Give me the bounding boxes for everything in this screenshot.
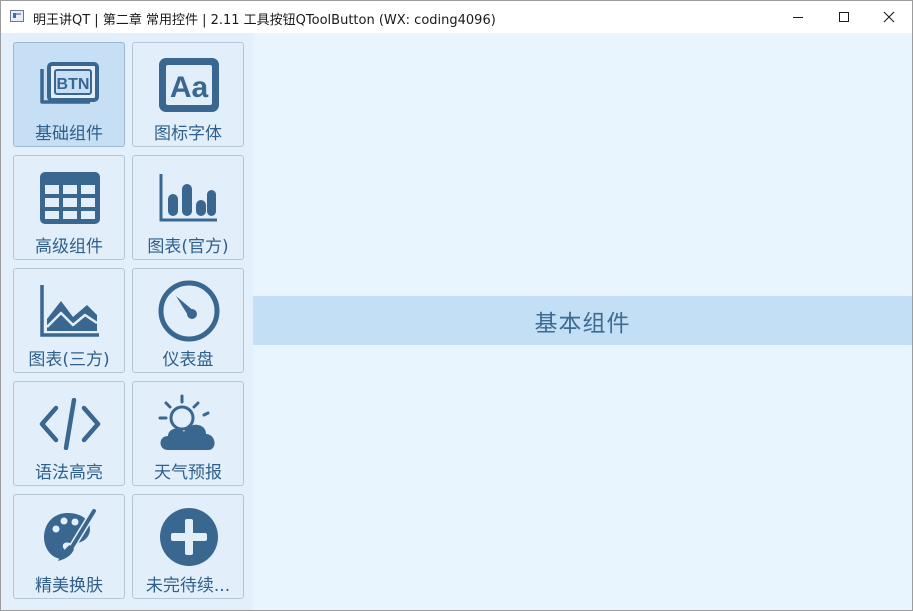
close-icon xyxy=(883,11,895,23)
content-page-label: 基本组件 xyxy=(534,310,631,337)
tool-button-label: 图标字体 xyxy=(154,124,222,144)
tool-button-syntax-highlight[interactable]: 语法高亮 xyxy=(13,381,125,486)
tool-button-label: 仪表盘 xyxy=(162,350,214,370)
close-button[interactable] xyxy=(866,1,912,33)
tool-button-basic-components[interactable]: BTN 基础组件 xyxy=(13,42,125,147)
tool-button-label: 精美换肤 xyxy=(35,576,103,596)
svg-text:BTN: BTN xyxy=(57,76,90,93)
tool-button-label: 语法高亮 xyxy=(35,463,103,483)
font-aa-icon: Aa xyxy=(153,49,225,121)
tool-button-dashboard[interactable]: 仪表盘 xyxy=(132,268,244,373)
tool-button-chart-official[interactable]: 图表(官方) xyxy=(132,155,244,260)
sidebar: BTN 基础组件 Aa 图标字体 高级组件 图表(官方) 图表(三方) 仪表盘 … xyxy=(1,33,253,610)
svg-text:Aa: Aa xyxy=(170,71,209,104)
weather-icon xyxy=(153,388,225,460)
btn-icon: BTN xyxy=(34,49,106,121)
window-title: 明王讲QT | 第二章 常用控件 | 2.11 工具按钮QToolButton … xyxy=(33,13,496,28)
client-area: BTN 基础组件 Aa 图标字体 高级组件 图表(官方) 图表(三方) 仪表盘 … xyxy=(1,33,912,610)
tool-button-icon-font[interactable]: Aa 图标字体 xyxy=(132,42,244,147)
minimize-icon xyxy=(793,17,803,18)
palette-icon xyxy=(34,501,106,573)
tool-button-to-be-continued[interactable]: 未完待续... xyxy=(132,494,244,599)
bar-chart-icon xyxy=(153,162,225,234)
table-icon xyxy=(34,162,106,234)
app-window: 明王讲QT | 第二章 常用控件 | 2.11 工具按钮QToolButton … xyxy=(0,0,913,611)
code-icon xyxy=(34,388,106,460)
tool-button-chart-third-party[interactable]: 图表(三方) xyxy=(13,268,125,373)
area-chart-icon xyxy=(34,275,106,347)
title-bar[interactable]: 明王讲QT | 第二章 常用控件 | 2.11 工具按钮QToolButton … xyxy=(1,1,912,33)
maximize-icon xyxy=(839,12,849,22)
tool-button-weather[interactable]: 天气预报 xyxy=(132,381,244,486)
minimize-button[interactable] xyxy=(775,1,821,33)
tool-button-label: 未完待续... xyxy=(145,576,231,596)
tool-button-label: 基础组件 xyxy=(35,124,103,144)
tool-button-advanced-components[interactable]: 高级组件 xyxy=(13,155,125,260)
tool-button-label: 天气预报 xyxy=(154,463,222,483)
maximize-button[interactable] xyxy=(821,1,867,33)
tool-button-label: 高级组件 xyxy=(35,237,103,257)
app-icon[interactable] xyxy=(10,10,24,22)
tool-button-skin[interactable]: 精美换肤 xyxy=(13,494,125,599)
tool-button-label: 图表(三方) xyxy=(28,350,110,370)
plus-circle-icon xyxy=(153,501,225,573)
content-page-label-band: 基本组件 xyxy=(253,296,912,345)
tool-button-label: 图表(官方) xyxy=(147,237,229,257)
gauge-icon xyxy=(153,275,225,347)
